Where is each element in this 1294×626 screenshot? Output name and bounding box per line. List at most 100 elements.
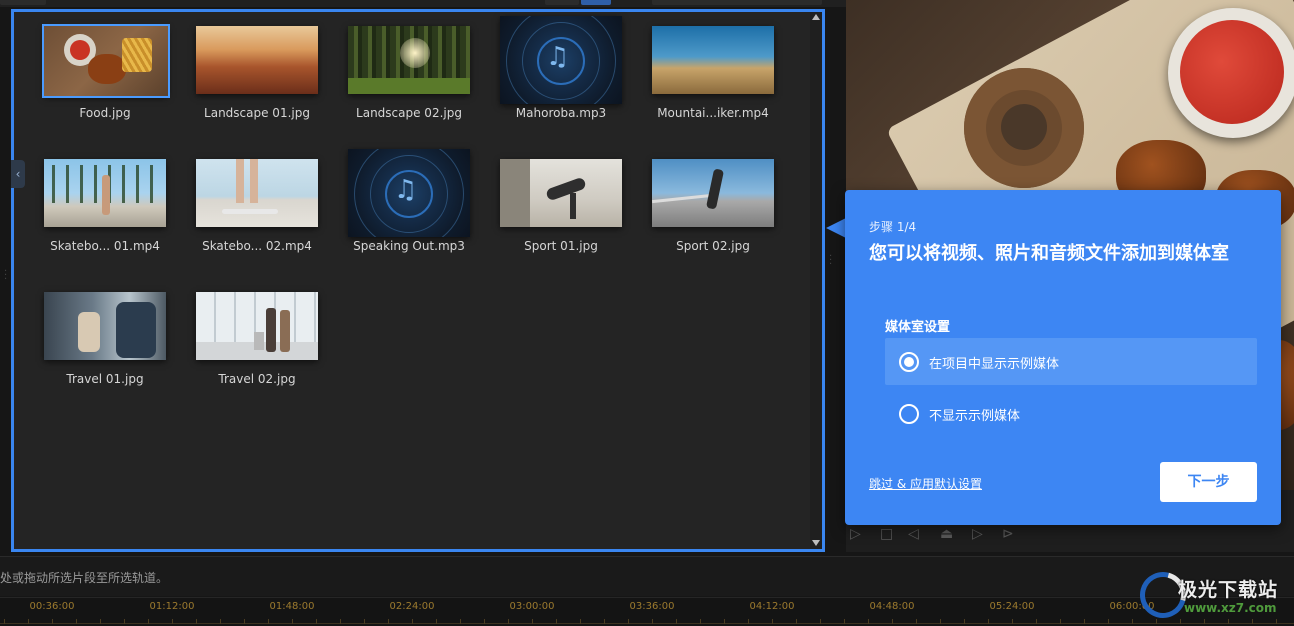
timeline-ruler[interactable]: 00:36:00 01:12:00 01:48:00 02:24:00 03:0… xyxy=(0,597,1294,626)
watermark-text: 极光下载站 xyxy=(1178,579,1279,601)
scroll-up-arrow-icon[interactable] xyxy=(812,14,820,20)
media-item-label: Mahoroba.mp3 xyxy=(515,106,607,120)
media-item-travel-02[interactable]: Travel 02.jpg xyxy=(182,288,332,408)
media-item-landscape-01[interactable]: Landscape 01.jpg xyxy=(182,22,332,142)
ruler-minor-tick xyxy=(700,619,701,624)
media-item-skateboard-02[interactable]: Skatebo... 02.mp4 xyxy=(182,155,332,275)
option-show-sample-media[interactable]: 在项目中显示示例媒体 xyxy=(885,338,1257,385)
thumbnail xyxy=(500,159,622,227)
ruler-minor-tick xyxy=(244,619,245,624)
ruler-minor-tick xyxy=(556,619,557,624)
option-hide-sample-media[interactable]: 不显示示例媒体 xyxy=(885,390,1257,437)
media-item-sport-02[interactable]: Sport 02.jpg xyxy=(638,155,788,275)
skip-apply-defaults-link[interactable]: 跳过 & 应用默认设置 xyxy=(869,475,982,492)
next-step-button[interactable]: 下一步 xyxy=(1160,462,1257,502)
media-item-food[interactable]: Food.jpg xyxy=(30,22,180,142)
ruler-minor-tick xyxy=(340,619,341,624)
ruler-minor-tick xyxy=(1012,619,1013,624)
timeline-tick: 05:24:00 xyxy=(989,601,1035,612)
radio-unchecked-icon[interactable] xyxy=(899,404,919,424)
settings-section-label: 媒体室设置 xyxy=(885,320,951,335)
view-toggle-button[interactable] xyxy=(545,0,579,5)
view-toggle-button-active[interactable] xyxy=(581,0,611,5)
ruler-minor-tick xyxy=(940,619,941,624)
ruler-minor-tick xyxy=(868,619,869,624)
status-hint-bar: 处或拖动所选片段至所选轨道。 xyxy=(0,556,1294,596)
media-item-landscape-02[interactable]: Landscape 02.jpg xyxy=(334,22,484,142)
tour-callout: 步骤 1/4 您可以将视频、照片和音频文件添加到媒体室 媒体室设置 在项目中显示… xyxy=(845,190,1281,525)
thumbnail: ♫ xyxy=(500,16,622,104)
media-item-label: Skatebo... 02.mp4 xyxy=(202,239,312,253)
media-item-mahoroba[interactable]: ♫ Mahoroba.mp3 xyxy=(486,16,636,142)
timeline-tick: 01:12:00 xyxy=(149,601,195,612)
ruler-minor-tick xyxy=(964,619,965,624)
ruler-minor-tick xyxy=(76,619,77,624)
media-item-label: Skatebo... 01.mp4 xyxy=(50,239,160,253)
thumbnail xyxy=(44,292,166,360)
ruler-minor-tick xyxy=(268,619,269,624)
option-label: 不显示示例媒体 xyxy=(929,409,1021,424)
ruler-minor-tick xyxy=(1108,619,1109,624)
fast-forward-icon[interactable]: ⊳ xyxy=(1002,526,1014,542)
media-item-label: Speaking Out.mp3 xyxy=(353,239,465,253)
media-item-sport-01[interactable]: Sport 01.jpg xyxy=(486,155,636,275)
thumbnail: ♫ xyxy=(348,149,470,237)
media-item-skateboard-01[interactable]: Skatebo... 01.mp4 xyxy=(30,155,180,275)
resize-handle[interactable]: · · · xyxy=(4,267,7,285)
ruler-minor-tick xyxy=(52,619,53,624)
thumbnail xyxy=(196,26,318,94)
thumbnail xyxy=(652,159,774,227)
music-note-icon: ♫ xyxy=(394,175,418,205)
timeline-tick: 03:00:00 xyxy=(509,601,555,612)
chevron-left-icon[interactable]: ‹ xyxy=(11,160,25,188)
music-note-icon: ♫ xyxy=(546,42,570,72)
option-label: 在项目中显示示例媒体 xyxy=(929,357,1060,372)
library-scrollbar[interactable] xyxy=(810,12,822,549)
scroll-down-arrow-icon[interactable] xyxy=(812,540,820,546)
snapshot-icon[interactable]: ⏏ xyxy=(940,526,953,542)
thumbnail xyxy=(196,292,318,360)
media-item-speaking-out[interactable]: ♫ Speaking Out.mp3 xyxy=(334,149,484,275)
media-item-label: Landscape 02.jpg xyxy=(356,106,462,120)
ruler-minor-tick xyxy=(100,619,101,624)
ruler-minor-tick xyxy=(724,619,725,624)
app-window: · · · ‹ Food.jpg Landscape 01.jpg Landsc… xyxy=(0,0,1294,626)
ruler-minor-tick xyxy=(436,619,437,624)
ruler-minor-tick xyxy=(28,619,29,624)
play-icon[interactable]: ▷ xyxy=(850,526,861,542)
watermark-url: www.xz7.com xyxy=(1184,601,1277,615)
ruler-minor-tick xyxy=(604,619,605,624)
ruler-minor-tick xyxy=(772,619,773,624)
ruler-minor-tick xyxy=(748,619,749,624)
thumbnail xyxy=(652,26,774,94)
thumbnail xyxy=(42,24,170,98)
timeline-tick: 01:48:00 xyxy=(269,601,315,612)
previous-frame-icon[interactable]: ◁ xyxy=(908,526,919,542)
ruler-minor-tick xyxy=(628,619,629,624)
next-frame-icon[interactable]: ▷ xyxy=(972,526,983,542)
timeline-tick: 04:48:00 xyxy=(869,601,915,612)
thumbnail xyxy=(44,159,166,227)
timeline-tick: 04:12:00 xyxy=(749,601,795,612)
toolbar-button[interactable] xyxy=(0,0,46,5)
media-item-label: Sport 02.jpg xyxy=(676,239,750,253)
ruler-minor-tick xyxy=(124,619,125,624)
ruler-minor-tick xyxy=(364,619,365,624)
radio-checked-icon[interactable] xyxy=(899,352,919,372)
media-item-label: Food.jpg xyxy=(79,106,131,120)
ruler-minor-tick xyxy=(988,619,989,624)
media-item-label: Travel 01.jpg xyxy=(66,372,144,386)
ruler-minor-tick xyxy=(460,619,461,624)
ruler-minor-tick xyxy=(388,619,389,624)
media-item-travel-01[interactable]: Travel 01.jpg xyxy=(30,288,180,408)
media-item-label: Mountai...iker.mp4 xyxy=(657,106,769,120)
media-item-mountain-biker[interactable]: Mountai...iker.mp4 xyxy=(638,22,788,142)
stop-icon[interactable]: □ xyxy=(880,526,893,542)
ruler-minor-tick xyxy=(196,619,197,624)
callout-pointer xyxy=(826,218,846,238)
ruler-minor-tick xyxy=(220,619,221,624)
panel-resize-handle[interactable]: · · · xyxy=(829,252,832,270)
search-box[interactable] xyxy=(652,0,822,5)
ruler-minor-tick xyxy=(916,619,917,624)
ruler-minor-tick xyxy=(412,619,413,624)
